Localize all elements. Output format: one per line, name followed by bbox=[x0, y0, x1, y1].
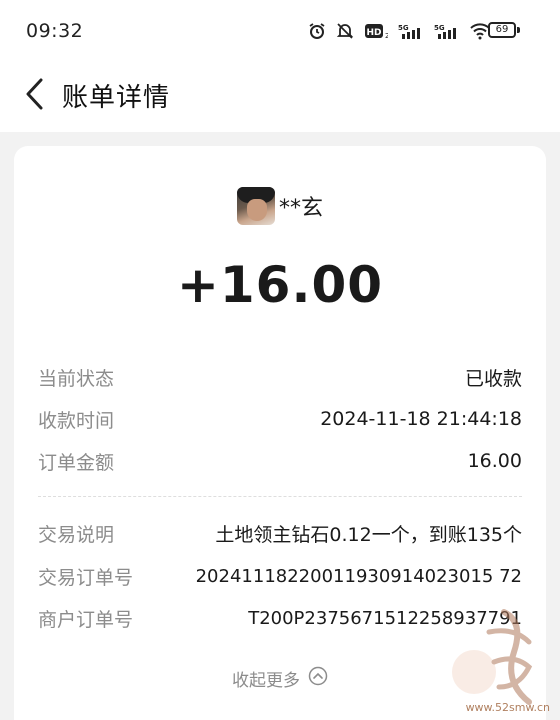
divider bbox=[38, 496, 522, 497]
collapse-label: 收起更多 bbox=[232, 670, 300, 691]
svg-text:HD: HD bbox=[366, 28, 381, 38]
alarm-icon bbox=[308, 22, 326, 40]
svg-text:5G: 5G bbox=[398, 24, 409, 32]
detail-row-transaction-id: 交易订单号 20241118220011930914023015 72 bbox=[38, 561, 522, 591]
detail-value: 2024-11-18 21:44:18 bbox=[320, 408, 522, 430]
wifi-icon bbox=[470, 22, 490, 40]
detail-label: 商户订单号 bbox=[38, 608, 134, 631]
detail-value[interactable]: 20241118220011930914023015 72 bbox=[196, 566, 522, 587]
detail-value: 土地领主钻石0.12一个，到账135个 bbox=[215, 523, 522, 546]
status-time: 09:32 bbox=[26, 20, 84, 42]
avatar[interactable] bbox=[236, 187, 275, 225]
signal-5g-icon-2: 5G bbox=[434, 22, 460, 40]
svg-text:2: 2 bbox=[385, 32, 388, 40]
payer-info: **玄 bbox=[14, 186, 546, 226]
detail-label: 订单金额 bbox=[38, 451, 115, 474]
detail-label: 交易说明 bbox=[38, 523, 115, 546]
detail-row-amount: 订单金额 16.00 bbox=[38, 446, 522, 476]
battery-icon: 69 bbox=[488, 22, 516, 38]
mute-bell-icon bbox=[336, 22, 354, 40]
page-title: 账单详情 bbox=[62, 83, 171, 113]
payer-name: **玄 bbox=[278, 196, 323, 221]
watermark-url: www.52smw.cn bbox=[465, 701, 550, 714]
detail-value: 16.00 bbox=[467, 450, 522, 472]
chevron-left-icon bbox=[23, 77, 45, 115]
status-icons: HD 2 5G 5G bbox=[308, 20, 490, 42]
status-bar: 09:32 HD 2 5G 5G 69 bbox=[0, 0, 560, 62]
svg-text:5G: 5G bbox=[434, 24, 445, 32]
signal-5g-icon: 5G bbox=[398, 22, 424, 40]
detail-row-status: 当前状态 已收款 bbox=[38, 362, 522, 392]
detail-label: 当前状态 bbox=[38, 367, 115, 390]
back-button[interactable] bbox=[16, 76, 52, 116]
nav-bar: 账单详情 bbox=[0, 62, 560, 132]
watermark-logo bbox=[444, 602, 554, 712]
chevron-up-circle-icon bbox=[308, 666, 328, 690]
battery-tip bbox=[517, 27, 520, 33]
transaction-amount: +16.00 bbox=[176, 256, 384, 314]
detail-row-description: 交易说明 土地领主钻石0.12一个，到账135个 bbox=[38, 518, 522, 548]
detail-label: 交易订单号 bbox=[38, 566, 134, 589]
detail-row-time: 收款时间 2024-11-18 21:44:18 bbox=[38, 404, 522, 434]
detail-value: 已收款 bbox=[464, 367, 522, 390]
hd-icon: HD 2 bbox=[364, 22, 388, 40]
detail-label: 收款时间 bbox=[38, 409, 115, 432]
